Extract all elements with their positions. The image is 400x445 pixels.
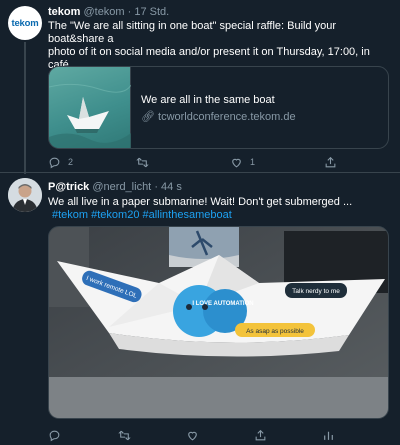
link-icon: 🔗︎ <box>141 111 155 123</box>
analytics-icon <box>324 431 333 440</box>
heart-icon <box>188 431 197 440</box>
sticker-right: Talk nerdy to me <box>292 288 340 295</box>
tweet-actions <box>48 427 338 443</box>
paper-boat-photo: I work remote LOL Talk nerdy to me I LOV… <box>49 227 388 418</box>
thread-line <box>24 42 26 174</box>
sticker-center: I LOVE AUTOMATION <box>192 301 253 307</box>
like-button[interactable] <box>186 427 199 443</box>
tweet-header: P@trick @nerd_licht · 44 s <box>48 181 182 193</box>
tekom-avatar[interactable]: tekom <box>8 6 42 40</box>
retweet-button[interactable] <box>118 427 131 443</box>
analytics-button[interactable] <box>322 427 335 443</box>
tweet-divider <box>0 172 400 173</box>
reply-count: 2 <box>68 157 74 167</box>
share-icon <box>325 156 336 167</box>
reply-icon <box>49 430 60 441</box>
patrick-avatar[interactable] <box>8 178 42 212</box>
author-name[interactable]: P@trick <box>48 181 89 193</box>
author-handle[interactable]: @tekom <box>83 6 124 18</box>
person-avatar-icon <box>8 178 42 212</box>
tweet-actions: 2 1 <box>48 154 338 170</box>
like-button[interactable]: 1 <box>230 154 255 170</box>
hashtag-links[interactable]: #tekom #tekom20 #allinthesameboat <box>48 209 393 222</box>
share-button[interactable] <box>254 427 267 443</box>
reply-button[interactable]: 2 <box>48 154 73 170</box>
tweet-photo[interactable]: I work remote LOL Talk nerdy to me I LOV… <box>48 226 389 419</box>
card-link[interactable]: 🔗︎ tcworldconference.tekom.de <box>141 110 296 123</box>
tweet-text-line: We all live in a paper submarine! Wait! … <box>48 196 353 208</box>
tweet-time[interactable]: · 17 Std. <box>128 6 170 18</box>
tweet-time[interactable]: · 44 s <box>154 181 182 193</box>
heart-icon <box>232 158 241 167</box>
tweet-text-line: The "We are all sitting in one boat" spe… <box>48 20 337 45</box>
card-title: We are all in the same boat <box>141 94 275 106</box>
like-count: 1 <box>250 157 256 167</box>
retweet-icon <box>136 157 149 167</box>
sticker-bottom: As asap as possible <box>246 328 304 335</box>
card-link-text: tcworldconference.tekom.de <box>158 111 296 123</box>
share-icon <box>255 429 266 440</box>
card-image <box>49 67 132 148</box>
reply-icon <box>49 157 60 168</box>
reply-button[interactable] <box>48 427 61 443</box>
tweet-text: We all live in a paper submarine! Wait! … <box>48 196 393 222</box>
retweet-button[interactable] <box>136 154 156 170</box>
author-name[interactable]: tekom <box>48 6 80 18</box>
tekom-logo-text: tekom <box>11 17 39 29</box>
paper-boat-image <box>49 83 132 148</box>
share-button[interactable] <box>324 154 337 170</box>
author-handle[interactable]: @nerd_licht <box>92 181 151 193</box>
tweet-header: tekom @tekom · 17 Std. <box>48 6 169 18</box>
retweet-icon <box>118 430 131 440</box>
link-card[interactable]: We are all in the same boat 🔗︎ tcworldco… <box>48 66 389 149</box>
